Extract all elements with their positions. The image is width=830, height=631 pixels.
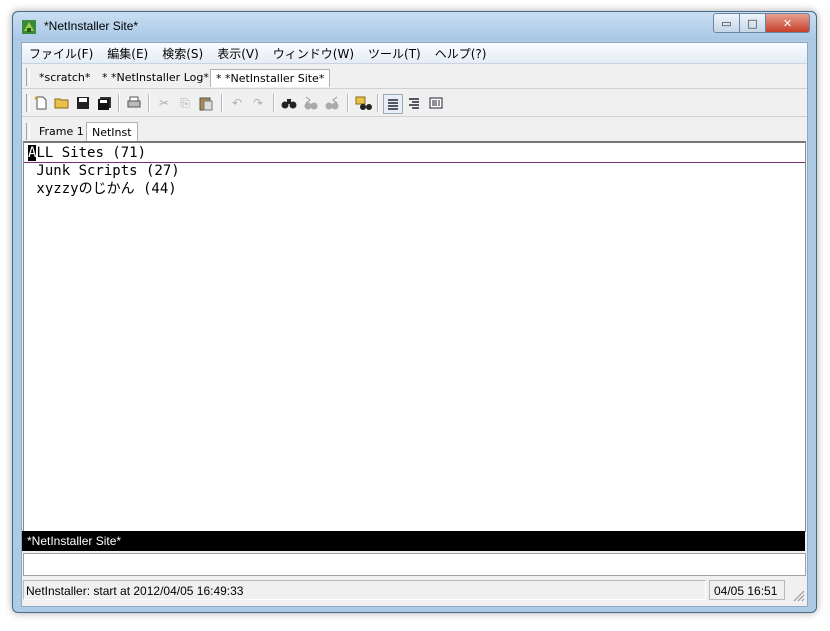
site-list-item[interactable]: ALL Sites (71) bbox=[28, 144, 146, 162]
toolbar-separator bbox=[347, 94, 349, 112]
frame-tab-bar: Frame 1 NetInst bbox=[22, 119, 807, 141]
maximize-icon: □ bbox=[747, 16, 758, 30]
minimize-icon: ▭ bbox=[721, 16, 732, 30]
toolbar-separator bbox=[377, 94, 379, 112]
site-list-item[interactable]: Junk Scripts (27) bbox=[28, 162, 179, 180]
window-title: *NetInstaller Site* bbox=[44, 19, 139, 33]
find-prev-icon[interactable] bbox=[323, 94, 341, 112]
close-icon: ✕ bbox=[782, 16, 793, 30]
site-list-item[interactable]: xyzzyのじかん (44) bbox=[28, 180, 176, 198]
app-window: *NetInstaller Site* ▭ □ ✕ ファイル(F) 編集(E) … bbox=[12, 11, 817, 613]
site-list-item-label: LL Sites (71) bbox=[36, 145, 147, 161]
title-bar[interactable]: *NetInstaller Site* ▭ □ ✕ bbox=[13, 12, 816, 40]
status-clock: 04/05 16:51 bbox=[709, 580, 785, 600]
toolbar-grip[interactable] bbox=[26, 94, 30, 112]
align-left-icon[interactable] bbox=[383, 94, 403, 114]
copy-icon[interactable]: ⎘ bbox=[176, 94, 194, 112]
status-bar: NetInstaller: start at 2012/04/05 16:49:… bbox=[22, 578, 807, 604]
minibuffer[interactable] bbox=[23, 553, 806, 576]
maximize-button[interactable]: □ bbox=[739, 13, 765, 33]
menu-window[interactable]: ウィンドウ(W) bbox=[266, 43, 361, 63]
client-area: ファイル(F) 編集(E) 検索(S) 表示(V) ウィンドウ(W) ツール(T… bbox=[21, 42, 808, 607]
toolbar-separator bbox=[273, 94, 275, 112]
menu-help[interactable]: ヘルプ(?) bbox=[428, 43, 494, 63]
toolbar-separator bbox=[221, 94, 223, 112]
toolbar: ✂ ⎘ ↶ ↷ bbox=[22, 90, 807, 117]
open-folder-icon[interactable] bbox=[53, 94, 71, 112]
frametab-grip[interactable] bbox=[26, 123, 30, 140]
paste-icon[interactable] bbox=[197, 94, 215, 112]
grep-icon[interactable] bbox=[354, 94, 372, 112]
minimize-button[interactable]: ▭ bbox=[713, 13, 739, 33]
buffer-tab-netinstaller-log[interactable]: * *NetInstaller Log* bbox=[97, 69, 214, 87]
frame-tab-frame1[interactable]: Frame 1 bbox=[34, 122, 89, 141]
save-all-icon[interactable] bbox=[95, 94, 113, 112]
status-message: NetInstaller: start at 2012/04/05 16:49:… bbox=[23, 580, 706, 600]
tabbar-grip[interactable] bbox=[26, 68, 30, 86]
buffer-tab-netinstaller-site[interactable]: * *NetInstaller Site* bbox=[210, 69, 331, 87]
cut-icon[interactable]: ✂ bbox=[155, 94, 173, 112]
find-next-icon[interactable] bbox=[302, 94, 320, 112]
print-icon[interactable] bbox=[125, 94, 143, 112]
app-icon bbox=[22, 20, 36, 34]
close-button[interactable]: ✕ bbox=[765, 13, 810, 33]
redo-icon[interactable]: ↷ bbox=[249, 94, 267, 112]
menu-file[interactable]: ファイル(F) bbox=[22, 43, 100, 63]
toolbar-separator bbox=[118, 94, 120, 112]
resize-grip-icon[interactable] bbox=[791, 588, 805, 602]
buffer-tab-bar: *scratch* * *NetInstaller Log* * *NetIns… bbox=[22, 65, 807, 89]
save-icon[interactable] bbox=[74, 94, 92, 112]
frame-tab-netinst[interactable]: NetInst bbox=[86, 122, 138, 141]
mode-line: *NetInstaller Site* bbox=[22, 531, 805, 551]
menu-tools[interactable]: ツール(T) bbox=[361, 43, 428, 63]
align-right-icon[interactable] bbox=[405, 94, 423, 112]
menu-bar: ファイル(F) 編集(E) 検索(S) 表示(V) ウィンドウ(W) ツール(T… bbox=[22, 43, 807, 64]
toolbar-separator bbox=[148, 94, 150, 112]
columns-icon[interactable] bbox=[427, 94, 445, 112]
undo-icon[interactable]: ↶ bbox=[228, 94, 246, 112]
menu-view[interactable]: 表示(V) bbox=[210, 43, 266, 63]
menu-edit[interactable]: 編集(E) bbox=[100, 43, 155, 63]
menu-search[interactable]: 検索(S) bbox=[155, 43, 210, 63]
new-file-icon[interactable] bbox=[32, 94, 50, 112]
editor-buffer[interactable]: ALL Sites (71) Junk Scripts (27) xyzzyのじ… bbox=[23, 141, 806, 532]
find-icon[interactable] bbox=[280, 94, 298, 112]
buffer-tab-scratch[interactable]: *scratch* bbox=[34, 69, 95, 87]
